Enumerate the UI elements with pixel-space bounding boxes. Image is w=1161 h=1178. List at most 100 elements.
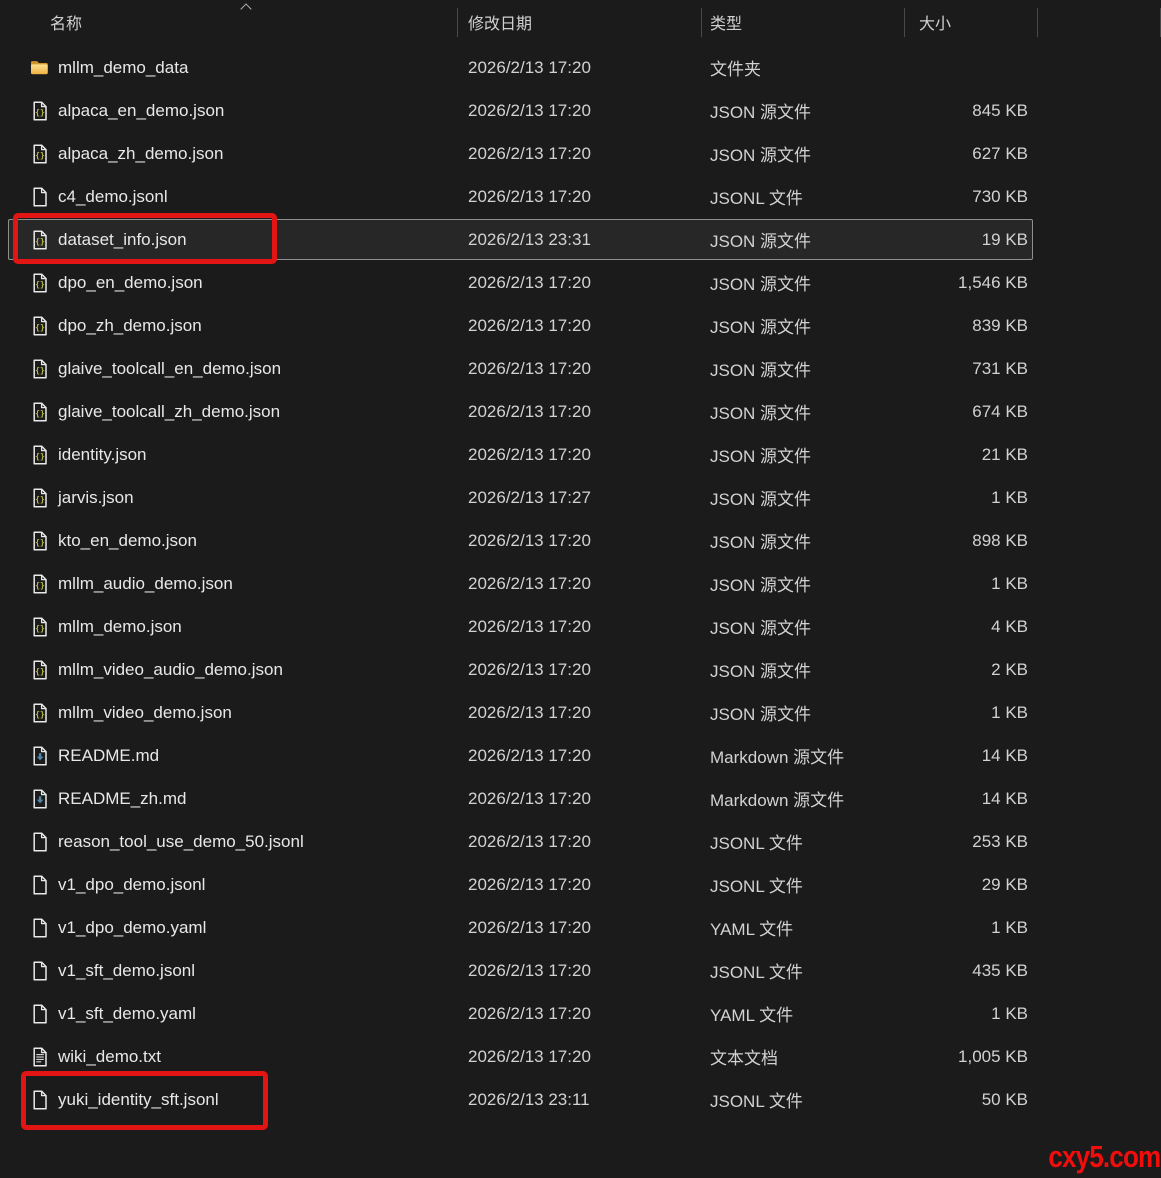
file-row[interactable]: {} mllm_audio_demo.json 2026/2/13 17:20 … (0, 562, 1161, 605)
json-file-icon: {} (30, 143, 49, 164)
file-name: wiki_demo.txt (58, 1046, 161, 1066)
date-modified: 2026/2/13 17:20 (468, 530, 591, 550)
file-row[interactable]: wiki_demo.txt 2026/2/13 17:20 文本文档 1,005… (0, 1035, 1161, 1078)
date-modified: 2026/2/13 17:20 (468, 1003, 591, 1023)
file-size: 1 KB (991, 1003, 1028, 1023)
date-modified: 2026/2/13 17:20 (468, 315, 591, 335)
file-icon (30, 960, 49, 981)
file-icon (30, 874, 49, 895)
file-size: 898 KB (972, 530, 1028, 550)
file-size: 2 KB (991, 659, 1028, 679)
file-row[interactable]: yuki_identity_sft.jsonl 2026/2/13 23:11 … (0, 1078, 1161, 1121)
file-row[interactable]: {} mllm_video_demo.json 2026/2/13 17:20 … (0, 691, 1161, 734)
file-type: JSON 源文件 (710, 232, 812, 251)
column-header-bar: 名称 修改日期 类型 大小 (0, 0, 1161, 44)
file-row[interactable]: {} glaive_toolcall_en_demo.json 2026/2/1… (0, 347, 1161, 390)
json-file-icon: {} (30, 315, 49, 336)
file-row[interactable]: {} mllm_video_audio_demo.json 2026/2/13 … (0, 648, 1161, 691)
date-modified: 2026/2/13 17:20 (468, 917, 591, 937)
column-header-name-label: 名称 (50, 16, 83, 33)
file-row[interactable]: mllm_demo_data 2026/2/13 17:20 文件夹 (0, 46, 1161, 89)
file-row[interactable]: v1_dpo_demo.jsonl 2026/2/13 17:20 JSONL … (0, 863, 1161, 906)
date-modified: 2026/2/13 23:11 (468, 1089, 590, 1109)
file-row[interactable]: {} dataset_info.json 2026/2/13 23:31 JSO… (0, 218, 1161, 261)
file-row[interactable]: reason_tool_use_demo_50.jsonl 2026/2/13 … (0, 820, 1161, 863)
date-modified: 2026/2/13 17:20 (468, 186, 591, 206)
column-header-type-label: 类型 (710, 16, 743, 33)
file-size: 1 KB (991, 487, 1028, 507)
file-size: 730 KB (972, 186, 1028, 206)
file-name: v1_dpo_demo.yaml (58, 917, 207, 937)
file-row[interactable]: {} identity.json 2026/2/13 17:20 JSON 源文… (0, 433, 1161, 476)
file-name: README.md (58, 745, 160, 765)
json-file-icon: {} (30, 616, 49, 637)
file-icon (30, 1089, 49, 1110)
file-name: README_zh.md (58, 788, 187, 808)
json-file-icon: {} (30, 229, 49, 250)
file-name: reason_tool_use_demo_50.jsonl (58, 831, 304, 851)
file-row[interactable]: {} jarvis.json 2026/2/13 17:27 JSON 源文件 … (0, 476, 1161, 519)
svg-text:{}: {} (35, 452, 45, 461)
column-header-size[interactable]: 大小 (905, 0, 1038, 44)
svg-text:{}: {} (35, 538, 45, 547)
column-header-type[interactable]: 类型 (702, 0, 905, 44)
file-list: mllm_demo_data 2026/2/13 17:20 文件夹 {} al… (0, 46, 1161, 1121)
date-modified: 2026/2/13 17:20 (468, 444, 591, 464)
json-file-icon: {} (30, 401, 49, 422)
file-size: 4 KB (991, 616, 1028, 636)
file-name: glaive_toolcall_en_demo.json (58, 358, 282, 378)
file-row[interactable]: {} alpaca_zh_demo.json 2026/2/13 17:20 J… (0, 132, 1161, 175)
json-file-icon: {} (30, 573, 49, 594)
file-size: 1,546 KB (958, 272, 1028, 292)
file-type: JSONL 文件 (710, 834, 803, 853)
svg-text:{}: {} (35, 237, 45, 246)
file-row[interactable]: v1_sft_demo.jsonl 2026/2/13 17:20 JSONL … (0, 949, 1161, 992)
date-modified: 2026/2/13 17:20 (468, 659, 591, 679)
file-size: 50 KB (981, 1089, 1028, 1109)
column-header-padding (1038, 0, 1161, 44)
json-file-icon: {} (30, 659, 49, 680)
file-row[interactable]: c4_demo.jsonl 2026/2/13 17:20 JSONL 文件 7… (0, 175, 1161, 218)
file-size: 14 KB (981, 745, 1028, 765)
date-modified: 2026/2/13 17:20 (468, 358, 591, 378)
file-type: JSON 源文件 (710, 318, 812, 337)
json-file-icon: {} (30, 358, 49, 379)
svg-text:{}: {} (35, 581, 45, 590)
file-row[interactable]: {} dpo_zh_demo.json 2026/2/13 17:20 JSON… (0, 304, 1161, 347)
file-name: jarvis.json (58, 487, 134, 507)
file-row[interactable]: {} mllm_demo.json 2026/2/13 17:20 JSON 源… (0, 605, 1161, 648)
file-type: Markdown 源文件 (710, 748, 845, 767)
file-name: mllm_demo.json (58, 616, 182, 636)
svg-text:{}: {} (35, 151, 45, 160)
date-modified: 2026/2/13 23:31 (468, 229, 591, 249)
file-name: dpo_zh_demo.json (58, 315, 202, 335)
file-name: v1_dpo_demo.jsonl (58, 874, 206, 894)
file-row[interactable]: v1_sft_demo.yaml 2026/2/13 17:20 YAML 文件… (0, 992, 1161, 1035)
file-row[interactable]: README_zh.md 2026/2/13 17:20 Markdown 源文… (0, 777, 1161, 820)
json-file-icon: {} (30, 530, 49, 551)
date-modified: 2026/2/13 17:20 (468, 960, 591, 980)
file-type: YAML 文件 (710, 920, 794, 939)
file-row[interactable]: README.md 2026/2/13 17:20 Markdown 源文件 1… (0, 734, 1161, 777)
file-type: JSON 源文件 (710, 404, 812, 423)
file-row[interactable]: {} dpo_en_demo.json 2026/2/13 17:20 JSON… (0, 261, 1161, 304)
file-size: 14 KB (981, 788, 1028, 808)
file-name: alpaca_zh_demo.json (58, 143, 224, 163)
svg-text:{}: {} (35, 280, 45, 289)
file-size: 674 KB (972, 401, 1028, 421)
folder-icon (30, 58, 49, 78)
file-type: YAML 文件 (710, 1006, 794, 1025)
file-row[interactable]: {} alpaca_en_demo.json 2026/2/13 17:20 J… (0, 89, 1161, 132)
file-row[interactable]: v1_dpo_demo.yaml 2026/2/13 17:20 YAML 文件… (0, 906, 1161, 949)
file-name: glaive_toolcall_zh_demo.json (58, 401, 281, 421)
file-row[interactable]: {} kto_en_demo.json 2026/2/13 17:20 JSON… (0, 519, 1161, 562)
column-header-name[interactable]: 名称 (0, 0, 458, 44)
file-type: JSONL 文件 (710, 189, 803, 208)
file-row[interactable]: {} glaive_toolcall_zh_demo.json 2026/2/1… (0, 390, 1161, 433)
column-header-date-modified[interactable]: 修改日期 (458, 0, 702, 44)
file-name: mllm_audio_demo.json (58, 573, 233, 593)
file-name: mllm_video_demo.json (58, 702, 232, 722)
file-type: JSONL 文件 (710, 1092, 803, 1111)
svg-text:{}: {} (35, 495, 45, 504)
file-size: 253 KB (972, 831, 1028, 851)
